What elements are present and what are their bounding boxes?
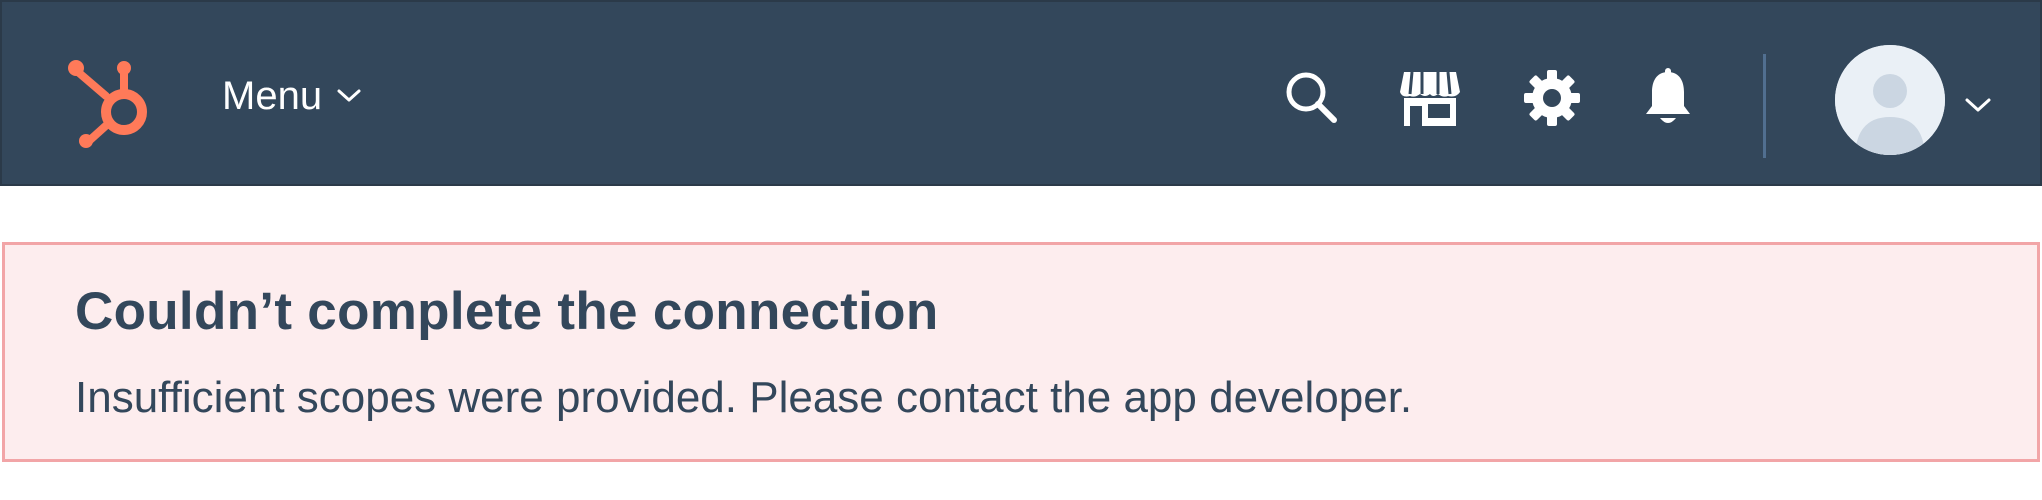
user-avatar-icon[interactable] — [1835, 45, 1945, 155]
alert-title: Couldn’t complete the connection — [75, 282, 939, 341]
main-menu-button[interactable]: Menu — [222, 66, 362, 126]
error-alert: Couldn’t complete the connection Insuffi… — [2, 242, 2040, 462]
chevron-down-icon — [337, 89, 361, 102]
navbar-divider — [1763, 54, 1766, 158]
search-icon[interactable] — [1280, 66, 1344, 130]
marketplace-storefront-icon[interactable] — [1398, 66, 1462, 130]
alert-message: Insufficient scopes were provided. Pleas… — [75, 373, 1413, 422]
top-navbar: Menu — [0, 0, 2042, 186]
account-menu-chevron-down-icon[interactable] — [1962, 94, 1994, 116]
hubspot-logo-icon[interactable] — [64, 52, 164, 152]
gear-icon[interactable] — [1520, 66, 1584, 130]
bell-icon[interactable] — [1636, 66, 1700, 130]
main-menu-label: Menu — [222, 73, 323, 118]
